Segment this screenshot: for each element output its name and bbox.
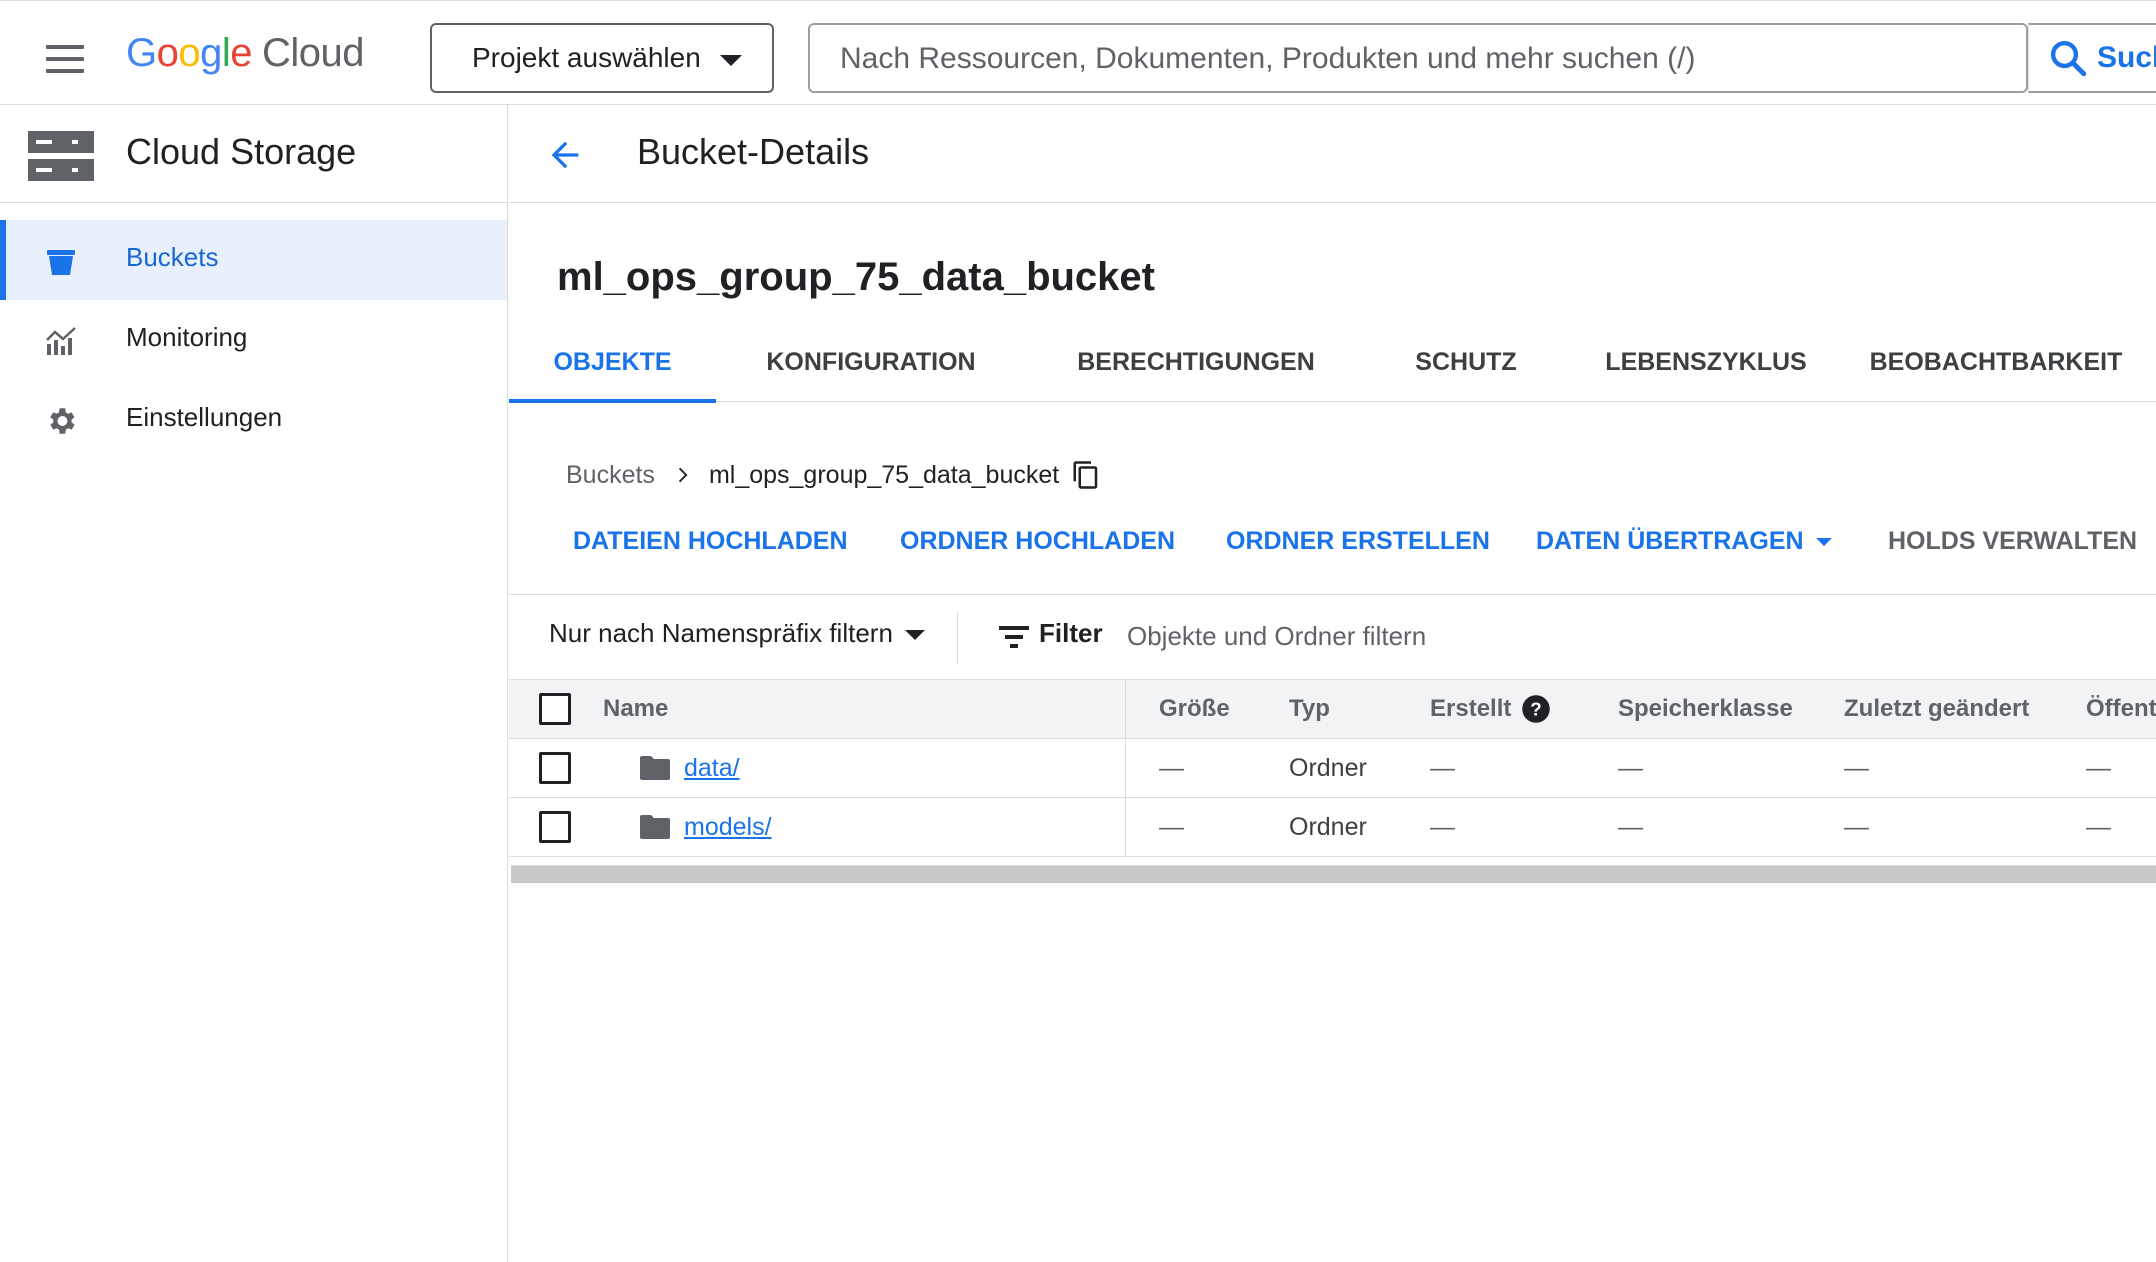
google-cloud-logo[interactable]: Google Cloud [126,31,365,76]
tab-objekte[interactable]: OBJEKTE [509,330,716,403]
project-selector-label: Projekt auswählen [472,42,701,73]
cloud-storage-icon [28,131,94,181]
table-header-row: Name Größe Typ Erstellt ? Speicherklasse… [509,680,2156,739]
sidebar: Cloud Storage Buckets Monitoring Einstel… [0,105,508,1262]
tab-bar: OBJEKTE KONFIGURATION BERECHTIGUNGEN SCH… [509,330,2156,403]
action-bar: DATEIEN HOCHLADEN ORDNER HOCHLADEN ORDNE… [509,515,2156,595]
public-value: — [2086,812,2111,841]
product-title: Cloud Storage [126,131,357,172]
prefix-filter-label: Nur nach Namenspräfix filtern [549,618,893,648]
size-value: — [1159,753,1184,782]
svg-text:?: ? [1531,698,1542,719]
table-row: data/ — Ordner — — — — [509,739,2156,798]
folder-icon [640,756,670,780]
object-name-link[interactable]: models/ [684,813,772,842]
column-header-storage-class[interactable]: Speicherklasse [1618,680,1793,738]
column-header-created-label: Erstellt [1430,695,1512,722]
sidebar-item-monitoring[interactable]: Monitoring [0,300,507,380]
search-box [808,23,2028,93]
caret-down-icon [1815,538,1832,547]
tab-lebenszyklus[interactable]: LEBENSZYKLUS [1566,330,1846,402]
select-all-checkbox[interactable] [539,693,571,725]
top-bar: GoogleCloud Projekt auswählen Such [0,0,2156,105]
caret-down-icon [720,55,742,66]
search-button-label: Such [2097,41,2156,74]
sidebar-item-label: Monitoring [126,322,248,352]
horizontal-scrollbar[interactable] [511,865,2156,883]
column-header-created[interactable]: Erstellt ? [1430,680,1551,738]
bucket-icon [47,250,75,275]
manage-holds-button[interactable]: HOLDS VERWALTEN [1888,527,2137,556]
menu-icon[interactable] [46,45,84,73]
column-divider [1125,739,1126,797]
project-selector-button[interactable]: Projekt auswählen [430,23,774,93]
main-content: Bucket-Details ml_ops_group_75_data_buck… [509,105,2156,1262]
upload-files-button[interactable]: DATEIEN HOCHLADEN [573,527,848,556]
type-value: Ordner [1289,812,1367,841]
public-value: — [2086,753,2111,782]
modified-value: — [1844,753,1869,782]
sidebar-item-einstellungen[interactable]: Einstellungen [0,380,507,460]
size-value: — [1159,812,1184,841]
tab-beobachtbarkeit[interactable]: BEOBACHTBARKEIT [1846,330,2146,402]
object-name-link[interactable]: data/ [684,754,740,783]
row-checkbox[interactable] [539,752,571,784]
tab-schutz[interactable]: SCHUTZ [1366,330,1566,402]
chevron-right-icon [678,467,688,483]
search-input[interactable] [840,37,2000,81]
storage-class-value: — [1618,812,1643,841]
object-filter-input[interactable] [1127,614,2027,658]
bucket-name: ml_ops_group_75_data_bucket [557,255,1155,299]
create-folder-button[interactable]: ORDNER ERSTELLEN [1226,527,1490,556]
tab-konfiguration[interactable]: KONFIGURATION [716,330,1026,402]
upload-folder-button[interactable]: ORDNER HOCHLADEN [900,527,1175,556]
column-header-size[interactable]: Größe [1159,680,1230,738]
column-header-modified[interactable]: Zuletzt geändert [1844,680,2029,738]
monitoring-icon [46,327,76,355]
created-value: — [1430,753,1455,782]
page-header: Bucket-Details [509,105,2156,203]
sidebar-item-label: Einstellungen [126,402,283,432]
gear-icon [50,408,75,434]
transfer-data-button[interactable]: DATEN ÜBERTRAGEN [1536,527,1832,556]
page-title: Bucket-Details [637,131,870,172]
sidebar-item-buckets[interactable]: Buckets [0,220,507,300]
filter-icon [999,626,1029,648]
sidebar-item-label: Buckets [126,242,219,272]
sidebar-header: Cloud Storage [0,105,507,203]
search-icon [2050,40,2087,77]
caret-down-icon [904,630,925,641]
column-header-public[interactable]: Öffent [2086,680,2156,738]
table-row: models/ — Ordner — — — — [509,798,2156,857]
type-value: Ordner [1289,753,1367,782]
transfer-data-label: DATEN ÜBERTRAGEN [1536,527,1804,555]
column-divider [1125,798,1126,856]
breadcrumb-current: ml_ops_group_75_data_bucket [708,460,1060,489]
filter-label: Filter [1039,618,1103,648]
filter-bar: Nur nach Namenspräfix filtern Filter [509,596,2156,680]
back-arrow-icon[interactable] [545,135,585,175]
divider [957,612,958,664]
folder-icon [640,815,670,839]
help-icon[interactable]: ? [1521,694,1551,724]
column-header-type[interactable]: Typ [1289,680,1330,738]
storage-class-value: — [1618,753,1643,782]
breadcrumb: Buckets ml_ops_group_75_data_bucket [566,455,1101,495]
tab-berechtigungen[interactable]: BERECHTIGUNGEN [1026,330,1366,402]
search-button[interactable]: Such [2028,23,2156,93]
column-header-name[interactable]: Name [603,680,668,738]
prefix-filter-dropdown[interactable]: Nur nach Namenspräfix filtern [549,618,925,649]
copy-icon[interactable] [1071,459,1101,491]
column-divider [1125,680,1126,738]
breadcrumb-buckets-link[interactable]: Buckets [566,461,655,490]
modified-value: — [1844,812,1869,841]
created-value: — [1430,812,1455,841]
row-checkbox[interactable] [539,811,571,843]
